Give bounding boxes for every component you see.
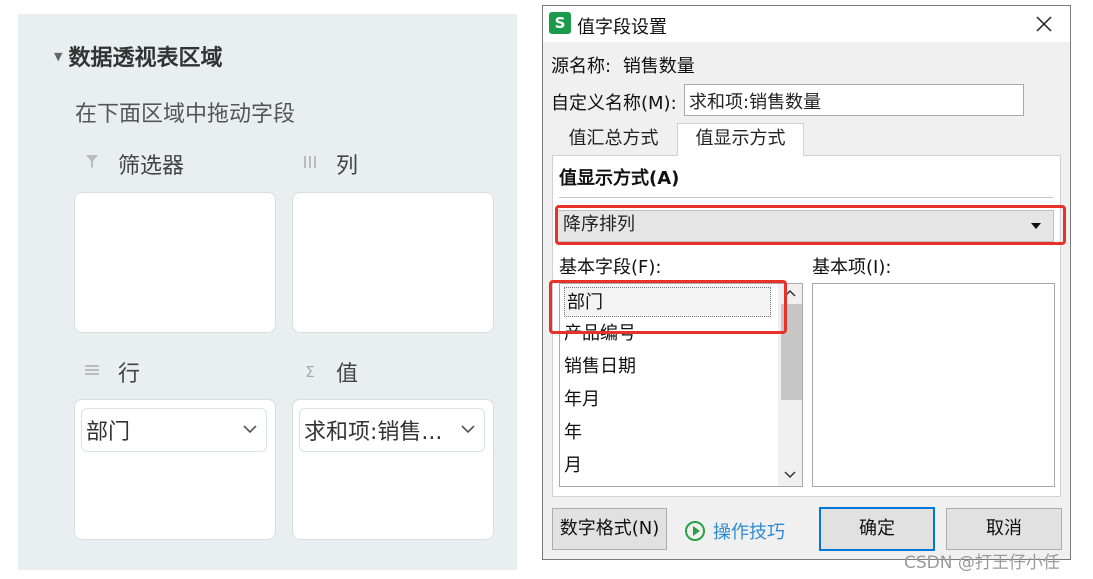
rows-zone-label: 行 (84, 356, 140, 388)
filter-zone-label: 筛选器 (84, 148, 184, 180)
values-field-chip[interactable]: 求和项:销售... (299, 408, 485, 452)
dialog-titlebar[interactable]: S 值字段设置 (543, 6, 1070, 42)
tab-summarize-values-by[interactable]: 值汇总方式 (552, 124, 675, 156)
pivot-area-title[interactable]: ▼ 数据透视表区域 (54, 40, 222, 72)
rows-drop-zone[interactable]: 部门 (74, 399, 276, 540)
pivot-area-hint: 在下面区域中拖动字段 (75, 102, 296, 127)
list-item[interactable]: 年 (564, 418, 582, 448)
rows-zone-label-text: 行 (118, 362, 141, 387)
value-field-settings-dialog: S 值字段设置 源名称: 销售数量 自定义名称(M): 求和项:销售数量 值汇总… (542, 5, 1071, 560)
base-field-label: 基本字段(F): (559, 257, 662, 278)
rows-field-chip[interactable]: 部门 (81, 408, 267, 452)
tab-show-values-as[interactable]: 值显示方式 (677, 123, 804, 156)
dialog-title: 值字段设置 (577, 17, 667, 38)
watermark: CSDN @打王仔小任 (904, 553, 1060, 573)
columns-drop-zone[interactable] (292, 192, 494, 333)
scroll-down-icon[interactable] (784, 470, 796, 480)
list-item[interactable]: 月 (564, 451, 582, 481)
chevron-down-icon[interactable] (242, 421, 258, 437)
highlight-box-select (555, 205, 1066, 245)
columns-icon (302, 154, 318, 174)
values-drop-zone[interactable]: 求和项:销售... (292, 399, 494, 540)
tips-link[interactable]: 操作技巧 (685, 518, 785, 544)
filter-drop-zone[interactable] (74, 192, 276, 333)
tips-link-label: 操作技巧 (713, 522, 785, 543)
show-values-as-heading: 值显示方式(A) (559, 168, 680, 189)
source-name-row: 源名称: 销售数量 (551, 52, 695, 78)
play-circle-icon (685, 521, 705, 541)
filter-icon (84, 154, 100, 174)
spreadsheet-app-icon: S (549, 12, 571, 34)
highlight-box-field (549, 280, 787, 334)
ok-button[interactable]: 确定 (819, 507, 935, 551)
divider (559, 197, 1053, 198)
pivot-area-panel: ▼ 数据透视表区域 在下面区域中拖动字段 筛选器 列 行 部门 Σ 值 求和项:… (18, 14, 517, 570)
sigma-icon: Σ (305, 363, 315, 381)
columns-zone-label: 列 (302, 148, 358, 180)
source-name-label: 源名称: (551, 56, 612, 77)
values-zone-label-text: 值 (336, 362, 359, 387)
cancel-button[interactable]: 取消 (946, 508, 1062, 550)
columns-zone-label-text: 列 (336, 154, 359, 179)
close-icon[interactable] (1034, 14, 1054, 34)
rows-icon (84, 363, 100, 381)
list-item[interactable]: 销售日期 (564, 352, 636, 382)
collapse-triangle-icon[interactable]: ▼ (54, 50, 62, 63)
pivot-area-title-text: 数据透视表区域 (68, 46, 223, 71)
list-item[interactable]: 年月 (564, 385, 600, 415)
base-item-list[interactable] (812, 283, 1055, 487)
number-format-button[interactable]: 数字格式(N) (552, 508, 667, 550)
source-name-value: 销售数量 (622, 56, 695, 77)
chevron-down-icon[interactable] (460, 421, 476, 437)
custom-name-label: 自定义名称(M): (551, 93, 677, 114)
custom-name-input[interactable]: 求和项:销售数量 (684, 84, 1024, 116)
filter-zone-label-text: 筛选器 (118, 154, 185, 179)
values-zone-label: Σ 值 (302, 356, 358, 388)
rows-field-chip-label: 部门 (86, 420, 131, 445)
base-item-label: 基本项(I): (812, 257, 892, 278)
values-field-chip-label: 求和项:销售... (304, 420, 443, 445)
